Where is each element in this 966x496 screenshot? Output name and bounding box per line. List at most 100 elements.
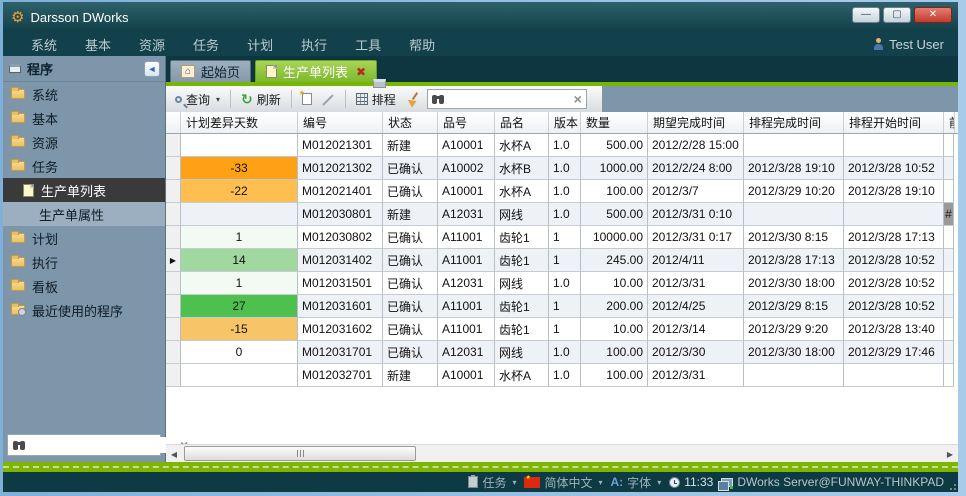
window-list-icon[interactable] bbox=[373, 79, 386, 88]
sidebar-items: 系统基本资源任务生产单列表生产单属性计划执行看板最近使用的程序 bbox=[3, 82, 165, 322]
sidebar-collapse-button[interactable]: ◄ bbox=[144, 61, 160, 77]
chevron-down-icon: ▾ bbox=[657, 478, 661, 487]
status-font[interactable]: A: 字体 ▾ bbox=[611, 474, 662, 491]
table-row[interactable]: 1M012030802已确认A11001齿轮1110000.002012/3/3… bbox=[166, 226, 958, 249]
toolbar-button-排程[interactable]: 排程 bbox=[353, 89, 399, 110]
table-row[interactable]: -33M012021302已确认A10002水杯B1.01000.002012/… bbox=[166, 157, 958, 180]
toolbar-search-input[interactable] bbox=[448, 92, 570, 106]
row-selector[interactable] bbox=[166, 272, 181, 295]
sidebar-item-1[interactable]: 基本 bbox=[3, 106, 165, 130]
row-selector[interactable] bbox=[166, 341, 181, 364]
current-row-marker[interactable]: ▶ bbox=[166, 249, 181, 272]
toolbar-separator bbox=[230, 90, 231, 108]
menu-item-5[interactable]: 执行 bbox=[287, 35, 341, 54]
status-task[interactable]: 任务 ▾ bbox=[468, 474, 516, 491]
table-row[interactable]: 27M012031601已确认A11001齿轮11200.002012/4/25… bbox=[166, 295, 958, 318]
row-selector[interactable] bbox=[166, 364, 181, 387]
sidebar-item-3[interactable]: 任务 bbox=[3, 154, 165, 178]
table-row[interactable]: M012021301新建A10001水杯A1.0500.002012/2/28 … bbox=[166, 134, 958, 157]
clear-search-icon[interactable]: × bbox=[574, 92, 582, 106]
sidebar-item-6[interactable]: 计划 bbox=[3, 226, 165, 250]
column-header-9[interactable]: 排程开始时间 bbox=[844, 112, 944, 133]
tab-strip: ⌂起始页生产单列表✖ bbox=[166, 56, 958, 82]
sidebar-item-2[interactable]: 资源 bbox=[3, 130, 165, 154]
menu-item-7[interactable]: 帮助 bbox=[395, 35, 449, 54]
row-selector[interactable] bbox=[166, 134, 181, 157]
table-row[interactable]: 0M012031701已确认A12031网线1.0100.002012/3/30… bbox=[166, 341, 958, 364]
cell: 2012/3/31 bbox=[648, 364, 744, 387]
maximize-button[interactable]: ▢ bbox=[883, 7, 911, 23]
cell: 1 bbox=[181, 226, 298, 249]
toolbar-button-查询[interactable]: 查询▾ bbox=[172, 89, 223, 110]
toolbar-button-new-doc-icon[interactable] bbox=[299, 91, 315, 107]
menu-item-0[interactable]: 系统 bbox=[17, 35, 71, 54]
cell: 齿轮1 bbox=[495, 295, 549, 318]
tab-close-icon[interactable]: ✖ bbox=[356, 65, 366, 79]
table-row[interactable]: M012032701新建A10001水杯A1.0100.002012/3/31 bbox=[166, 364, 958, 387]
column-header-4[interactable]: 品名 bbox=[495, 112, 549, 133]
tab-0[interactable]: ⌂起始页 bbox=[170, 60, 251, 82]
row-selector[interactable] bbox=[166, 203, 181, 226]
cell bbox=[181, 134, 298, 157]
cell: 齿轮1 bbox=[495, 249, 549, 272]
cell: M012032701 bbox=[298, 364, 383, 387]
folder-recent-icon bbox=[11, 305, 25, 315]
cell: 网线 bbox=[495, 341, 549, 364]
app-window: ⚙ Darsson DWorks — ▢ ✕ 系统基本资源任务计划执行工具帮助 … bbox=[3, 2, 958, 492]
sidebar-item-4[interactable]: 生产单列表 bbox=[3, 178, 165, 202]
cell: 1.0 bbox=[549, 341, 581, 364]
column-header-5[interactable]: 版本 bbox=[549, 112, 581, 133]
column-header-2[interactable]: 状态 bbox=[383, 112, 438, 133]
column-header-8[interactable]: 排程完成时间 bbox=[744, 112, 844, 133]
sidebar-item-7[interactable]: 执行 bbox=[3, 250, 165, 274]
row-selector[interactable] bbox=[166, 226, 181, 249]
menu-item-4[interactable]: 计划 bbox=[233, 35, 287, 54]
table-row[interactable]: -15M012031602已确认A11001齿轮1110.002012/3/14… bbox=[166, 318, 958, 341]
minimize-button[interactable]: — bbox=[852, 7, 880, 23]
sidebar: 程序 ◄ 系统基本资源任务生产单列表生产单属性计划执行看板最近使用的程序 × bbox=[3, 56, 166, 462]
close-button[interactable]: ✕ bbox=[914, 7, 952, 23]
menu-item-3[interactable]: 任务 bbox=[179, 35, 233, 54]
column-header-6[interactable]: 数量 bbox=[581, 112, 648, 133]
menu-item-6[interactable]: 工具 bbox=[341, 35, 395, 54]
row-selector[interactable] bbox=[166, 318, 181, 341]
row-selector[interactable] bbox=[166, 157, 181, 180]
horizontal-scrollbar[interactable]: ◀ ▶ bbox=[166, 444, 958, 462]
cell: 已确认 bbox=[383, 318, 438, 341]
table-row[interactable]: -22M012021401已确认A10001水杯A1.0100.002012/3… bbox=[166, 180, 958, 203]
column-header-0[interactable]: 计划差异天数 bbox=[181, 112, 298, 133]
sidebar-item-label: 计划 bbox=[32, 229, 58, 248]
menu-item-1[interactable]: 基本 bbox=[71, 35, 125, 54]
user-box[interactable]: Test User bbox=[873, 37, 944, 52]
column-header-3[interactable]: 品号 bbox=[438, 112, 495, 133]
sidebar-item-8[interactable]: 看板 bbox=[3, 274, 165, 298]
resize-grip-icon[interactable] bbox=[948, 482, 956, 490]
toolbar-button-刷新[interactable]: ↻刷新 bbox=[238, 89, 284, 110]
status-language[interactable]: 简体中文 ▾ bbox=[524, 474, 602, 491]
column-header-10[interactable]: 前 bbox=[944, 112, 955, 133]
sidebar-item-0[interactable]: 系统 bbox=[3, 82, 165, 106]
title-bar[interactable]: ⚙ Darsson DWorks — ▢ ✕ bbox=[3, 2, 958, 32]
sidebar-search-input[interactable] bbox=[25, 437, 180, 453]
table-row[interactable]: M012030801新建A12031网线1.0500.002012/3/31 0… bbox=[166, 203, 958, 226]
cell: 2012/3/30 8:15 bbox=[744, 226, 844, 249]
scroll-left-icon[interactable]: ◀ bbox=[168, 447, 180, 461]
table-row[interactable]: 1M012031501已确认A12031网线1.010.002012/3/312… bbox=[166, 272, 958, 295]
table-row[interactable]: ▶14M012031402已确认A11001齿轮11245.002012/4/1… bbox=[166, 249, 958, 272]
cell: A10001 bbox=[438, 134, 495, 157]
sidebar-item-5[interactable]: 生产单属性 bbox=[3, 202, 165, 226]
tab-1[interactable]: 生产单列表✖ bbox=[255, 60, 377, 82]
folder-icon bbox=[11, 89, 25, 99]
cell: -22 bbox=[181, 180, 298, 203]
row-selector[interactable] bbox=[166, 180, 181, 203]
row-selector[interactable] bbox=[166, 295, 181, 318]
scroll-right-icon[interactable]: ▶ bbox=[944, 447, 956, 461]
toolbar-button-pencil-icon[interactable] bbox=[319, 91, 338, 108]
column-header-7[interactable]: 期望完成时间 bbox=[648, 112, 744, 133]
column-header-1[interactable]: 编号 bbox=[298, 112, 383, 133]
scrollbar-thumb[interactable] bbox=[184, 446, 416, 461]
menu-item-2[interactable]: 资源 bbox=[125, 35, 179, 54]
cell bbox=[944, 134, 954, 157]
toolbar-button-broom-icon[interactable] bbox=[403, 90, 423, 108]
sidebar-item-9[interactable]: 最近使用的程序 bbox=[3, 298, 165, 322]
